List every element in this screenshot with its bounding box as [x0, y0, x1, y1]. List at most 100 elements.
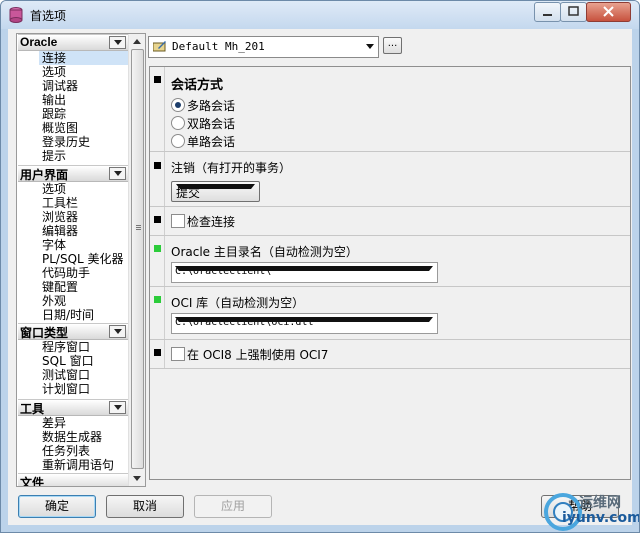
divider [164, 67, 165, 151]
section-title: 会话方式 [171, 78, 224, 93]
section-force-oci7: 在 OCI8 上强制使用 OCI7 [150, 340, 630, 369]
setting-marker [154, 349, 161, 356]
divider [164, 287, 165, 339]
chevron-down-icon [175, 266, 433, 271]
maximize-icon [568, 6, 579, 16]
group-header-oracle[interactable]: Oracle [18, 34, 128, 51]
radio-single-session[interactable] [171, 134, 185, 148]
category-tree: Oracle 连接 选项 调试器 输出 跟踪 概览图 登录历史 提示 用户界面 … [16, 33, 146, 487]
tree-item[interactable]: 调试器 [42, 79, 78, 93]
scroll-down-icon[interactable] [133, 476, 141, 481]
oci-library-combo[interactable]: C:\oracleclient\oci.dll [171, 313, 438, 334]
tree-item[interactable]: 重新调用语句 [42, 458, 114, 472]
scroll-thumb[interactable] [131, 49, 144, 469]
group-header-files[interactable]: 文件 [18, 473, 128, 487]
apply-button: 应用 [194, 495, 272, 518]
divider [164, 340, 165, 368]
setting-marker [154, 296, 161, 303]
tree-item[interactable]: 程序窗口 [42, 340, 90, 354]
watermark-url: iyunv.com [562, 510, 640, 526]
chevron-down-icon[interactable] [109, 167, 126, 180]
chevron-down-icon [366, 44, 374, 49]
section-title: Oracle 主目录名（自动检测为空） [171, 245, 358, 259]
chevron-down-icon[interactable] [109, 401, 126, 414]
section-check-connection: 检查连接 [150, 207, 630, 236]
watermark-name: 运维网 [579, 495, 621, 511]
maximize-button[interactable] [560, 2, 587, 22]
close-button[interactable] [586, 2, 631, 22]
tree-item[interactable]: 差异 [42, 416, 66, 430]
group-header-tools[interactable]: 工具 [18, 399, 128, 416]
setting-marker [154, 76, 161, 83]
setting-marker [154, 216, 161, 223]
tree-item[interactable]: 输出 [42, 93, 66, 107]
cancel-button[interactable]: 取消 [106, 495, 184, 518]
scroll-up-icon[interactable] [133, 39, 141, 44]
radio-multi-session[interactable] [171, 98, 185, 112]
grip-icon [136, 225, 141, 226]
tree-item[interactable]: 登录历史 [42, 135, 90, 149]
ok-button[interactable]: 确定 [18, 495, 96, 518]
tree-item[interactable]: 计划窗口 [42, 382, 90, 396]
dialog-body: Oracle 连接 选项 调试器 输出 跟踪 概览图 登录历史 提示 用户界面 … [8, 29, 632, 525]
chevron-down-icon[interactable] [109, 36, 126, 49]
radio-label: 多路会话 [187, 99, 236, 113]
settings-panel: 会话方式 多路会话 双路会话 单路会话 注销（有打开的事务） 提交 检查连接 O… [149, 66, 631, 480]
tree-item[interactable]: 代码助手 [42, 266, 90, 280]
tree-item[interactable]: 键配置 [42, 280, 78, 294]
tree-item[interactable]: 工具栏 [42, 196, 78, 210]
profile-select[interactable]: Default Mh_201 [148, 36, 379, 58]
tree-item[interactable]: 跟踪 [42, 107, 66, 121]
pen-folder-icon [153, 41, 166, 52]
tree-item[interactable]: 浏览器 [42, 210, 78, 224]
tree-scrollbar[interactable] [128, 34, 145, 486]
group-label: 文件 [20, 476, 45, 487]
tree-item[interactable]: 任务列表 [42, 444, 90, 458]
section-title: 注销（有打开的事务） [171, 161, 292, 175]
group-label: 用户界面 [20, 168, 69, 182]
tree-item[interactable]: 选项 [42, 65, 66, 79]
group-label: 工具 [20, 402, 45, 416]
group-label: 窗口类型 [20, 326, 69, 340]
tree-item[interactable]: SQL 窗口 [42, 354, 94, 368]
tree-item[interactable]: 日期/时间 [42, 308, 94, 322]
section-title: OCI 库（自动检测为空） [171, 296, 305, 310]
profile-options-button[interactable]: ... [383, 37, 402, 54]
divider [164, 152, 165, 206]
chevron-down-icon [176, 184, 255, 189]
window-title: 首选项 [30, 9, 67, 23]
checkbox-label: 在 OCI8 上强制使用 OCI7 [187, 348, 329, 362]
preferences-window: 首选项 Oracle 连接 选项 调试器 输出 跟踪 概览图 登录历史 提示 用… [0, 0, 640, 533]
divider [164, 236, 165, 286]
chevron-down-icon [175, 317, 433, 322]
force-oci7-checkbox[interactable] [171, 347, 185, 361]
tree-item[interactable]: 外观 [42, 294, 66, 308]
tree-item[interactable]: 提示 [42, 149, 66, 163]
radio-label: 双路会话 [187, 117, 236, 131]
radio-dual-session[interactable] [171, 116, 185, 130]
check-connection-checkbox[interactable] [171, 214, 185, 228]
tree-item[interactable]: 选项 [42, 182, 66, 196]
oracle-home-combo[interactable]: C:\oracleclient\ [171, 262, 438, 283]
chevron-down-icon[interactable] [109, 325, 126, 338]
tree-item[interactable]: 编辑器 [42, 224, 78, 238]
tree-item[interactable]: 概览图 [42, 121, 78, 135]
group-header-window-types[interactable]: 窗口类型 [18, 323, 128, 340]
checkbox-label: 检查连接 [187, 215, 236, 229]
tree-item[interactable]: 测试窗口 [42, 368, 90, 382]
logoff-action-select[interactable]: 提交 [171, 181, 260, 202]
tree-item[interactable]: 字体 [42, 238, 66, 252]
divider [164, 207, 165, 235]
setting-marker [154, 162, 161, 169]
group-header-ui[interactable]: 用户界面 [18, 165, 128, 182]
tree-item[interactable]: PL/SQL 美化器 [42, 252, 124, 266]
close-icon [603, 6, 614, 17]
radio-label: 单路会话 [187, 135, 236, 149]
tree-item[interactable]: 数据生成器 [42, 430, 102, 444]
section-oracle-home: Oracle 主目录名（自动检测为空） C:\oracleclient\ [150, 236, 630, 287]
group-label: Oracle [20, 35, 58, 49]
minimize-button[interactable] [534, 2, 561, 22]
section-oci-library: OCI 库（自动检测为空） C:\oracleclient\oci.dll [150, 287, 630, 340]
tree-item-connection[interactable]: 连接 [39, 51, 128, 65]
database-icon [9, 7, 23, 23]
